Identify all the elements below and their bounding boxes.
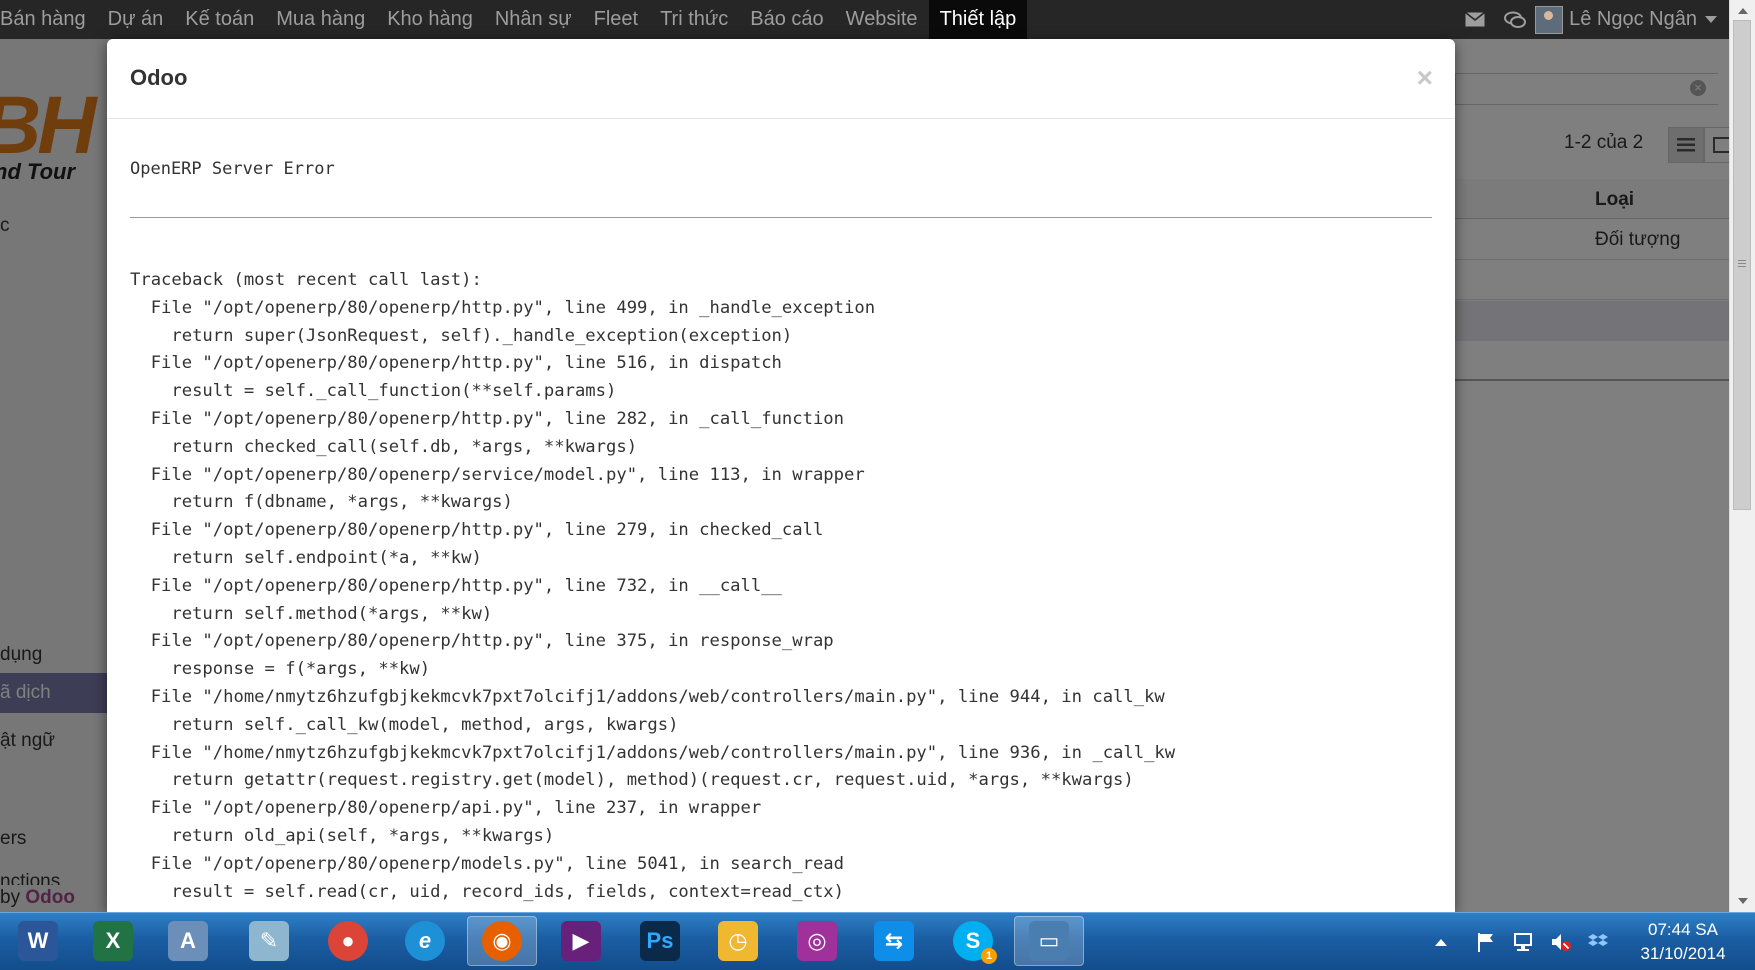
scroll-down-arrow-icon[interactable] [1738,898,1748,904]
taskbar-app-photo-viewer[interactable]: ▭ [1014,916,1084,966]
menu-item-sales[interactable]: Bán hàng [0,0,97,39]
visual-studio-icon: ▶ [561,921,601,961]
menu-item-knowledge[interactable]: Tri thức [649,0,739,39]
taskbar-app-ie[interactable]: e [390,916,460,966]
outlook-calendar-icon: ◷ [718,921,758,961]
notepad-icon: ✎ [249,921,289,961]
traceback-line: File "/opt/openerp/80/openerp/http.py", … [130,353,782,374]
clock-time: 07:44 SA [1648,920,1718,939]
traceback-line: File "/home/nmytz6hzufgbjkekmcvk7pxt7olc… [130,742,1176,763]
traceback-line: result = self.read(cr, uid, record_ids, … [130,881,844,902]
photo-viewer-icon: ▭ [1029,921,1069,961]
traceback-line: File "/opt/openerp/80/openerp/http.py", … [130,297,876,318]
user-name[interactable]: Lê Ngọc Ngân [1569,8,1697,31]
close-icon[interactable]: × [1417,64,1433,92]
traceback-line: return getattr(request.registry.get(mode… [130,770,1134,791]
menu-item-fleet[interactable]: Fleet [583,0,649,39]
traceback-line: File "/opt/openerp/80/openerp/http.py", … [130,408,844,429]
traceback-line: return f(dbname, *args, **kwargs) [130,492,513,513]
internet-explorer-icon: e [405,921,445,961]
taskbar-app-teamviewer[interactable]: ⇆ [859,916,929,966]
tray-expand-icon[interactable] [1430,931,1452,953]
scroll-up-arrow-icon[interactable] [1738,8,1748,14]
traceback-line: File "/home/nmytz6hzufgbjkekmcvk7pxt7olc… [130,686,1165,707]
menu-item-reports[interactable]: Báo cáo [739,0,834,39]
menu-item-accounting[interactable]: Kế toán [174,0,265,39]
taskbar-app-notepad[interactable]: ✎ [234,916,304,966]
error-title: OpenERP Server Error [130,159,335,179]
taskbar-app-excel[interactable]: X [78,916,148,966]
dialog-header: Odoo × [107,39,1455,119]
skype-icon: S1 [953,921,997,964]
menu-item-website[interactable]: Website [835,0,929,39]
traceback-line: return self._call_kw(model, method, args… [130,714,679,735]
traceback-line: return self.method(*args, **kw) [130,603,493,624]
taskbar-app-chrome[interactable]: ● [313,916,383,966]
taskbar-app-recorder[interactable]: ◎ [782,916,852,966]
taskbar-app-photoshop[interactable]: Ps [625,916,695,966]
vertical-scrollbar[interactable] [1729,0,1755,912]
network-icon[interactable] [1512,931,1534,953]
menu-item-project[interactable]: Dự án [97,0,175,39]
main-menu: Bán hàng Dự án Kế toán Mua hàng Kho hàng… [0,0,1028,39]
grip-line [1738,266,1746,267]
grip-line [1738,263,1746,264]
traceback-line: Traceback (most recent call last): [130,270,482,290]
taskbar-app-address-book[interactable]: A [153,916,223,966]
user-area: Lê Ngọc Ngân [1455,0,1729,39]
taskbar: W X A ✎ ● e ◉ ▶ Ps ◷ ◎ ⇆ S1 ▭ 07:44 SA 3… [0,912,1755,970]
chat-icon[interactable] [1495,0,1535,39]
address-book-icon: A [168,921,208,961]
menu-item-settings[interactable]: Thiết lập [928,0,1028,39]
traceback-line: File "/opt/openerp/80/openerp/service/mo… [130,464,865,485]
traceback-line: File "/opt/openerp/80/openerp/api.py", l… [130,798,762,819]
dropbox-icon[interactable] [1587,931,1609,953]
photoshop-icon: Ps [640,921,680,961]
traceback-line: return super(JsonRequest, self)._handle_… [130,325,793,346]
traceback-line: return self.endpoint(*a, **kw) [130,547,482,568]
clock-date: 31/10/2014 [1640,944,1726,963]
traceback-text: Traceback (most recent call last): File … [130,267,1175,906]
notification-badge: 1 [981,948,997,964]
taskbar-app-skype[interactable]: S1 [938,916,1008,966]
menu-item-warehouse[interactable]: Kho hàng [376,0,484,39]
excel-icon: X [93,921,133,961]
menu-item-purchase[interactable]: Mua hàng [265,0,376,39]
taskbar-app-firefox[interactable]: ◉ [467,916,537,966]
system-clock[interactable]: 07:44 SA 31/10/2014 [1628,918,1738,966]
flag-icon[interactable] [1475,931,1497,953]
scrollbar-thumb[interactable] [1733,20,1751,510]
grip-line [1738,260,1746,261]
traceback-line: File "/opt/openerp/80/openerp/models.py"… [130,853,844,874]
screen-recorder-icon: ◎ [797,921,837,961]
traceback-line: result = self._call_function(**self.para… [130,381,617,402]
traceback-line: File "/opt/openerp/80/openerp/http.py", … [130,575,782,596]
traceback-line: return old_api(self, *args, **kwargs) [130,825,555,846]
traceback-line: File "/opt/openerp/80/openerp/http.py", … [130,520,824,541]
avatar[interactable] [1535,5,1564,34]
top-navbar: Bán hàng Dự án Kế toán Mua hàng Kho hàng… [0,0,1729,39]
taskbar-app-visual-studio[interactable]: ▶ [546,916,616,966]
traceback-line: return checked_call(self.db, *args, **kw… [130,436,638,457]
word-icon: W [18,921,58,961]
system-tray [1430,913,1630,970]
taskbar-app-outlook[interactable]: ◷ [703,916,773,966]
menu-item-hr[interactable]: Nhân sự [484,0,583,39]
skype-glyph: S [965,928,981,953]
dialog-title: Odoo [130,65,188,90]
firefox-icon: ◉ [482,921,522,961]
volume-muted-icon[interactable] [1550,931,1572,953]
divider [130,217,1432,218]
taskbar-app-word[interactable]: W [3,916,73,966]
traceback-line: File "/opt/openerp/80/openerp/http.py", … [130,631,834,652]
traceback-line: response = f(*args, **kw) [130,659,431,680]
chrome-icon: ● [328,921,368,961]
mail-icon[interactable] [1455,0,1495,39]
teamviewer-icon: ⇆ [874,921,914,961]
chevron-down-icon[interactable] [1705,16,1717,23]
error-dialog: Odoo × OpenERP Server Error Traceback (m… [107,39,1455,912]
